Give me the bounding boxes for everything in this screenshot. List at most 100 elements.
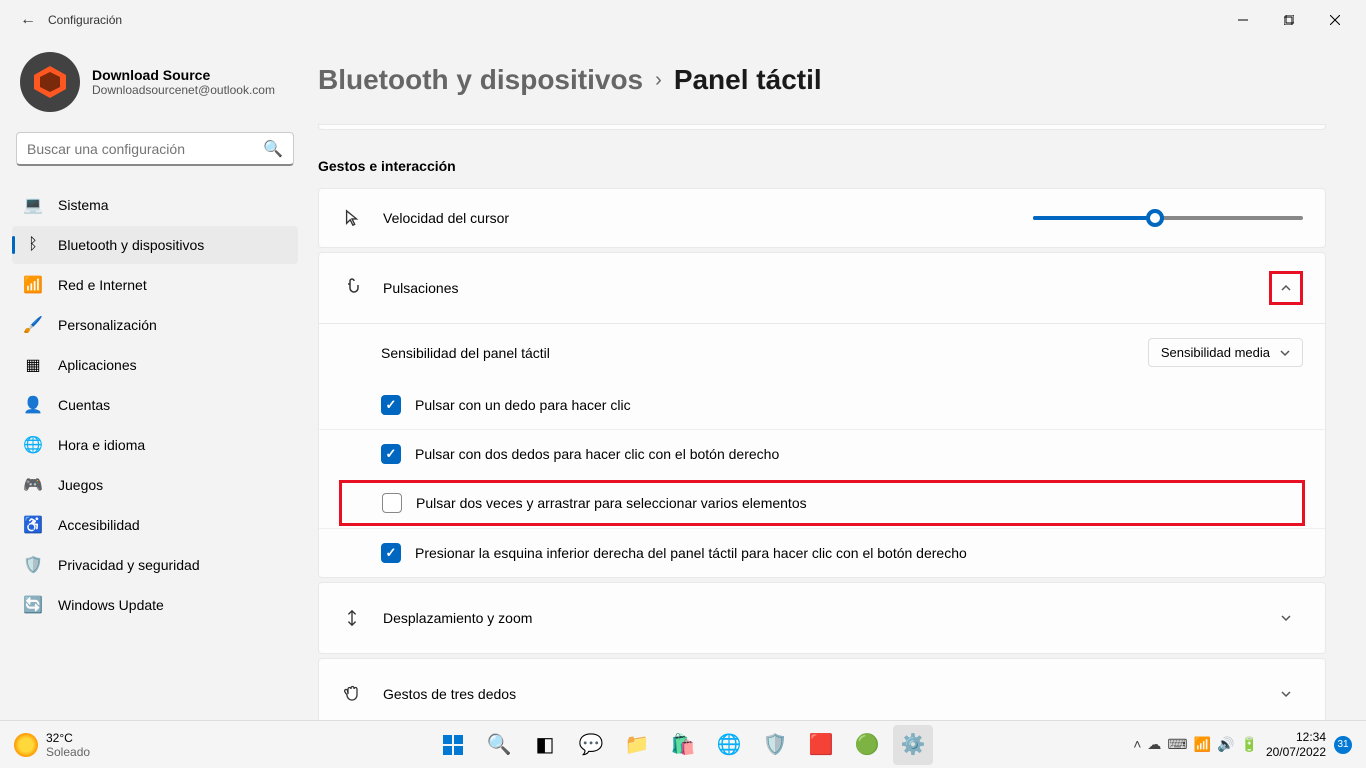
chat-button[interactable]: 💬 xyxy=(571,725,611,765)
nav-item-8[interactable]: ♿Accesibilidad xyxy=(12,506,298,544)
checkbox[interactable] xyxy=(381,395,401,415)
search-box[interactable]: 🔍 xyxy=(16,132,294,166)
nav-item-3[interactable]: 🖌️Personalización xyxy=(12,306,298,344)
store-button[interactable]: 🛍️ xyxy=(663,725,703,765)
taskbar: 32°C Soleado 🔍 ◧ 💬 📁 🛍️ 🌐 🛡️ 🟥 🟢 ⚙️ ˄ ☁ … xyxy=(0,720,1366,768)
nav-icon: ▦ xyxy=(24,356,42,374)
nav-label: Windows Update xyxy=(58,597,164,613)
tray-icons[interactable]: ˄ ☁ ⌨ 📶 🔊 🔋 xyxy=(1133,736,1258,753)
cursor-speed-slider[interactable] xyxy=(1033,216,1303,220)
expand-button[interactable] xyxy=(1269,677,1303,711)
tap-option-0[interactable]: Pulsar con un dedo para hacer clic xyxy=(319,381,1325,429)
taps-label: Pulsaciones xyxy=(383,280,1249,296)
nav-item-5[interactable]: 👤 Cuentas xyxy=(12,386,298,424)
app-button[interactable]: 🟥 xyxy=(801,725,841,765)
avatar xyxy=(20,52,80,112)
nav-item-4[interactable]: ▦ Aplicaciones xyxy=(12,346,298,384)
nav-icon: 🖌️ xyxy=(24,316,42,334)
expand-button[interactable] xyxy=(1269,601,1303,635)
profile-block[interactable]: Download Source Downloadsourcenet@outloo… xyxy=(12,40,298,132)
nav-item-1[interactable]: ᛒBluetooth y dispositivos xyxy=(12,226,298,264)
titlebar: ← Configuración xyxy=(0,0,1366,40)
security-button[interactable]: 🛡️ xyxy=(755,725,795,765)
option-label: Pulsar con un dedo para hacer clic xyxy=(415,397,1303,413)
breadcrumb-parent[interactable]: Bluetooth y dispositivos xyxy=(318,64,643,96)
option-label: Pulsar dos veces y arrastrar para selecc… xyxy=(416,495,1262,511)
nav-icon: 🎮 xyxy=(24,476,42,494)
nav-item-7[interactable]: 🎮 Juegos xyxy=(12,466,298,504)
start-button[interactable] xyxy=(433,725,473,765)
profile-name: Download Source xyxy=(92,67,275,83)
tap-option-2[interactable]: Pulsar dos veces y arrastrar para selecc… xyxy=(339,480,1305,526)
back-button[interactable]: ← xyxy=(8,11,48,29)
sensitivity-value: Sensibilidad media xyxy=(1161,345,1270,360)
sensitivity-dropdown[interactable]: Sensibilidad media xyxy=(1148,338,1303,367)
chevron-down-icon xyxy=(1280,688,1292,700)
sensitivity-label: Sensibilidad del panel táctil xyxy=(381,345,1134,361)
nav-label: Cuentas xyxy=(58,397,110,413)
main-content: Bluetooth y dispositivos › Panel táctil … xyxy=(310,40,1366,720)
nav-icon: 🔄 xyxy=(24,596,42,614)
sidebar: Download Source Downloadsourcenet@outloo… xyxy=(0,40,310,720)
window-title: Configuración xyxy=(48,13,122,27)
nav-label: Sistema xyxy=(58,197,109,213)
edge-button[interactable]: 🌐 xyxy=(709,725,749,765)
nav-label: Privacidad y seguridad xyxy=(58,557,200,573)
close-button[interactable] xyxy=(1312,4,1358,36)
hand-icon xyxy=(341,683,363,705)
chevron-right-icon: › xyxy=(655,69,662,92)
card-three-finger[interactable]: Gestos de tres dedos xyxy=(318,658,1326,720)
card-cursor-speed: Velocidad del cursor xyxy=(318,188,1326,248)
nav-label: Aplicaciones xyxy=(58,357,137,373)
nav-label: Juegos xyxy=(58,477,103,493)
three-finger-label: Gestos de tres dedos xyxy=(383,686,1249,702)
notification-badge[interactable]: 31 xyxy=(1334,736,1352,754)
tap-option-1[interactable]: Pulsar con dos dedos para hacer clic con… xyxy=(319,429,1325,478)
task-view-button[interactable]: ◧ xyxy=(525,725,565,765)
nav-item-6[interactable]: 🌐Hora e idioma xyxy=(12,426,298,464)
nav-item-9[interactable]: 🛡️Privacidad y seguridad xyxy=(12,546,298,584)
clock[interactable]: 12:34 20/07/2022 xyxy=(1266,730,1326,759)
chevron-up-icon[interactable]: ˄ xyxy=(1133,736,1141,753)
cursor-speed-label: Velocidad del cursor xyxy=(383,210,1013,226)
chevron-up-icon xyxy=(1280,282,1292,294)
chevron-down-icon xyxy=(1280,612,1292,624)
settings-button[interactable]: ⚙️ xyxy=(893,725,933,765)
search-icon: 🔍 xyxy=(263,139,283,159)
nav-label: Accesibilidad xyxy=(58,517,140,533)
onedrive-icon[interactable]: ☁ xyxy=(1147,736,1161,753)
card-scroll-zoom[interactable]: Desplazamiento y zoom xyxy=(318,582,1326,654)
maximize-button[interactable] xyxy=(1266,4,1312,36)
minimize-button[interactable] xyxy=(1220,4,1266,36)
option-label: Pulsar con dos dedos para hacer clic con… xyxy=(415,446,1303,462)
system-tray[interactable]: ˄ ☁ ⌨ 📶 🔊 🔋 12:34 20/07/2022 31 xyxy=(1133,730,1352,759)
nav-item-2[interactable]: 📶Red e Internet xyxy=(12,266,298,304)
nav-label: Red e Internet xyxy=(58,277,147,293)
nav-item-0[interactable]: 💻Sistema xyxy=(12,186,298,224)
chrome-button[interactable]: 🟢 xyxy=(847,725,887,765)
search-input[interactable] xyxy=(27,141,263,157)
nav-icon: ᛒ xyxy=(24,236,42,254)
nav-item-10[interactable]: 🔄 Windows Update xyxy=(12,586,298,624)
checkbox[interactable] xyxy=(381,444,401,464)
nav-label: Hora e idioma xyxy=(58,437,145,453)
collapse-button[interactable] xyxy=(1269,271,1303,305)
weather-widget[interactable]: 32°C Soleado xyxy=(14,731,90,759)
cursor-icon xyxy=(341,207,363,229)
volume-icon[interactable]: 🔊 xyxy=(1217,736,1234,753)
language-icon[interactable]: ⌨ xyxy=(1167,736,1187,753)
search-button[interactable]: 🔍 xyxy=(479,725,519,765)
checkbox[interactable] xyxy=(381,543,401,563)
profile-email: Downloadsourcenet@outlook.com xyxy=(92,83,275,97)
tap-option-3[interactable]: Presionar la esquina inferior derecha de… xyxy=(319,528,1325,577)
wifi-icon[interactable]: 📶 xyxy=(1194,736,1211,753)
chevron-down-icon xyxy=(1280,348,1290,358)
weather-temp: 32°C xyxy=(46,731,90,745)
nav-icon: 👤 xyxy=(24,396,42,414)
sensitivity-row: Sensibilidad del panel táctil Sensibilid… xyxy=(319,324,1325,381)
scroll-icon xyxy=(341,607,363,629)
card-taps: Pulsaciones Sensibilidad del panel tácti… xyxy=(318,252,1326,578)
battery-icon[interactable]: 🔋 xyxy=(1241,736,1258,753)
explorer-button[interactable]: 📁 xyxy=(617,725,657,765)
checkbox[interactable] xyxy=(382,493,402,513)
